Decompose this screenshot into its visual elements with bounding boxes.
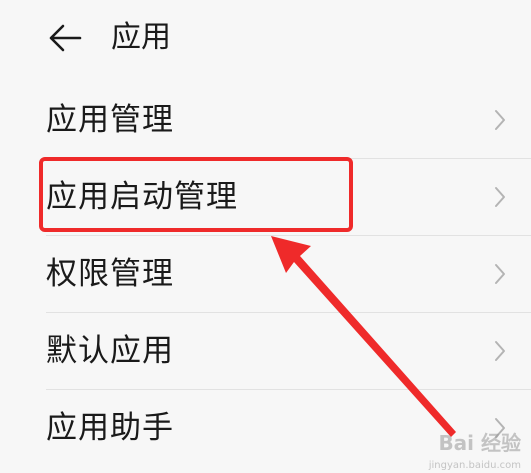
back-arrow-icon — [49, 24, 82, 52]
settings-list: 应用管理 应用启动管理 权限管理 默认应用 应用助手 — [0, 82, 531, 467]
list-item-app-management[interactable]: 应用管理 — [0, 82, 531, 159]
list-item-label: 默认应用 — [46, 333, 174, 369]
list-item-label: 应用管理 — [46, 102, 174, 138]
list-item-permission-management[interactable]: 权限管理 — [0, 236, 531, 313]
chevron-right-icon — [495, 110, 505, 130]
list-item-label: 应用启动管理 — [46, 179, 238, 215]
back-button[interactable] — [44, 18, 86, 58]
app-header: 应用 — [0, 0, 531, 78]
watermark-main: Bai 经验 — [438, 431, 521, 455]
chevron-right-icon — [495, 187, 505, 207]
chevron-right-icon — [495, 341, 505, 361]
list-item-label: 应用助手 — [46, 410, 174, 446]
list-item-label: 权限管理 — [46, 256, 174, 292]
chevron-right-icon — [495, 264, 505, 284]
list-item-default-apps[interactable]: 默认应用 — [0, 313, 531, 390]
page-title: 应用 — [111, 20, 171, 55]
list-item-app-launch-management[interactable]: 应用启动管理 — [0, 159, 531, 236]
watermark-sub: jingyan.baidu.com — [428, 460, 521, 471]
watermark: Bai 经验 jingyan.baidu.com — [407, 427, 525, 471]
